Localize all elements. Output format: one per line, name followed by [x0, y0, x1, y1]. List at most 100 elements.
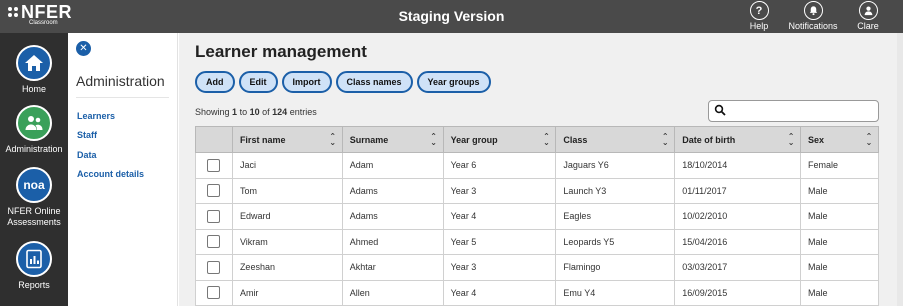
panel-link-staff[interactable]: Staff: [77, 130, 97, 140]
sort-icon: ⌃ ⌄: [865, 132, 873, 147]
panel-link-account-details[interactable]: Account details: [77, 169, 144, 179]
noa-icon-text: noa: [23, 177, 45, 192]
cell-date-of-birth: 01/11/2017: [674, 177, 802, 204]
row-select-cell: [195, 279, 233, 306]
entries-total: 124: [272, 107, 288, 117]
cell-year-group: Year 6: [442, 152, 557, 179]
cell-sex: Male: [800, 228, 879, 255]
search-icon: [714, 104, 726, 116]
row-checkbox[interactable]: [207, 260, 221, 274]
panel-link-data[interactable]: Data: [77, 150, 97, 160]
cell-surname: Adams: [341, 177, 444, 204]
row-checkbox[interactable]: [207, 235, 221, 249]
year-groups-button[interactable]: Year groups: [416, 71, 491, 93]
close-icon: ✕: [79, 43, 88, 54]
rail-item-administration[interactable]: Administration: [0, 105, 68, 155]
close-panel-button[interactable]: ✕: [76, 41, 91, 56]
cell-year-group: Year 4: [442, 203, 557, 230]
cell-class: Launch Y3: [555, 177, 676, 204]
sort-icon: ⌃ ⌄: [543, 132, 550, 147]
cell-class: Leopards Y5: [555, 228, 676, 255]
page-scrollbar[interactable]: [897, 33, 903, 306]
column-header-surname[interactable]: Surname ⌃ ⌄: [341, 126, 444, 153]
table-row[interactable]: Edward Adams Year 4 Eagles 10/02/2010 Ma…: [195, 203, 879, 230]
notifications-button[interactable]: Notifications: [785, 1, 841, 31]
table-row[interactable]: Zeeshan Akhtar Year 3 Flamingo 03/03/201…: [195, 254, 879, 281]
cell-class: Jaguars Y6: [555, 152, 676, 179]
row-checkbox[interactable]: [207, 286, 221, 300]
rail-item-home[interactable]: Home: [0, 45, 68, 95]
main-content: Learner management Add Edit Import Class…: [179, 33, 903, 306]
cell-first-name: Zeeshan: [231, 254, 343, 281]
panel-link-learners[interactable]: Learners: [77, 111, 115, 121]
table-row[interactable]: Jaci Adam Year 6 Jaguars Y6 18/10/2014 F…: [195, 152, 879, 179]
administration-panel: ✕ Administration Learners Staff Data Acc…: [68, 33, 178, 306]
cell-surname: Adam: [341, 152, 444, 179]
rail-label-reports: Reports: [18, 280, 50, 290]
sort-icon: ⌃ ⌄: [329, 132, 337, 147]
cell-sex: Male: [800, 279, 879, 306]
panel-title: Administration: [76, 73, 165, 89]
help-button[interactable]: ? Help: [746, 1, 772, 31]
cell-sex: Male: [800, 203, 879, 230]
people-icon: [16, 105, 52, 141]
sort-icon: ⌃ ⌄: [661, 132, 669, 147]
cell-surname: Akhtar: [341, 254, 444, 281]
sort-icon: ⌃ ⌄: [430, 132, 437, 147]
table-row[interactable]: Amir Allen Year 4 Emu Y4 16/09/2015 Male: [195, 279, 879, 306]
cell-first-name: Edward: [231, 203, 343, 230]
noa-icon: noa: [16, 167, 52, 203]
class-names-button[interactable]: Class names: [335, 71, 413, 93]
select-all-column-header: [195, 126, 233, 153]
cell-class: Eagles: [555, 203, 676, 230]
entries-info: Showing 1 to 10 of 124 entries: [195, 107, 317, 117]
row-checkbox[interactable]: [207, 209, 221, 223]
cell-surname: Ahmed: [341, 228, 444, 255]
cell-sex: Male: [800, 177, 879, 204]
row-checkbox[interactable]: [207, 184, 221, 198]
column-header-sex[interactable]: Sex ⌃ ⌄: [800, 126, 879, 153]
rail-item-nfer-online-assessments[interactable]: noa NFER Online Assessments: [0, 167, 68, 228]
cell-date-of-birth: 16/09/2015: [674, 279, 802, 306]
sort-icon: ⌃ ⌄: [787, 132, 795, 147]
column-header-class[interactable]: Class ⌃ ⌄: [555, 126, 676, 153]
user-icon: [858, 1, 878, 20]
rail-label-noa-line2: Assessments: [7, 217, 61, 227]
learners-table: First name ⌃ ⌄ Surname ⌃ ⌄ Year group ⌃ ⌄ Clas…: [195, 126, 879, 306]
entries-of-word: of: [262, 107, 270, 117]
rail-item-reports[interactable]: Reports: [0, 241, 68, 291]
entries-suffix: entries: [289, 107, 317, 117]
user-name-label: Clare: [857, 21, 879, 31]
cell-sex: Male: [800, 254, 879, 281]
column-header-date-of-birth[interactable]: Date of birth ⌃ ⌄: [674, 126, 802, 153]
column-header-year-group[interactable]: Year group ⌃ ⌄: [442, 126, 557, 153]
entries-to-word: to: [239, 107, 248, 117]
user-menu-button[interactable]: Clare: [854, 1, 882, 31]
notifications-label: Notifications: [788, 21, 838, 31]
entries-from: 1: [232, 107, 238, 117]
rail-label-administration: Administration: [5, 144, 63, 154]
column-label: Surname: [349, 134, 389, 145]
column-header-first-name[interactable]: First name ⌃ ⌄: [231, 126, 343, 153]
table-row[interactable]: Vikram Ahmed Year 5 Leopards Y5 15/04/20…: [195, 228, 879, 255]
import-button[interactable]: Import: [281, 71, 332, 93]
search-input[interactable]: [708, 100, 879, 122]
cell-surname: Allen: [341, 279, 444, 306]
bell-icon: [803, 1, 823, 20]
report-icon: [16, 241, 52, 277]
panel-divider: [76, 97, 169, 98]
row-select-cell: [195, 203, 233, 230]
table-header-row: First name ⌃ ⌄ Surname ⌃ ⌄ Year group ⌃ ⌄ Clas…: [195, 126, 879, 153]
cell-date-of-birth: 03/03/2017: [674, 254, 802, 281]
rail-label-noa-line1: NFER Online: [7, 206, 61, 216]
add-button[interactable]: Add: [195, 71, 235, 93]
cell-class: Flamingo: [555, 254, 676, 281]
row-select-cell: [195, 152, 233, 179]
row-checkbox[interactable]: [207, 158, 221, 172]
table-row[interactable]: Tom Adams Year 3 Launch Y3 01/11/2017 Ma…: [195, 177, 879, 204]
cell-year-group: Year 4: [442, 279, 557, 306]
edit-button[interactable]: Edit: [238, 71, 278, 93]
cell-first-name: Tom: [231, 177, 343, 204]
column-label: First name: [239, 134, 286, 145]
row-select-cell: [195, 254, 233, 281]
